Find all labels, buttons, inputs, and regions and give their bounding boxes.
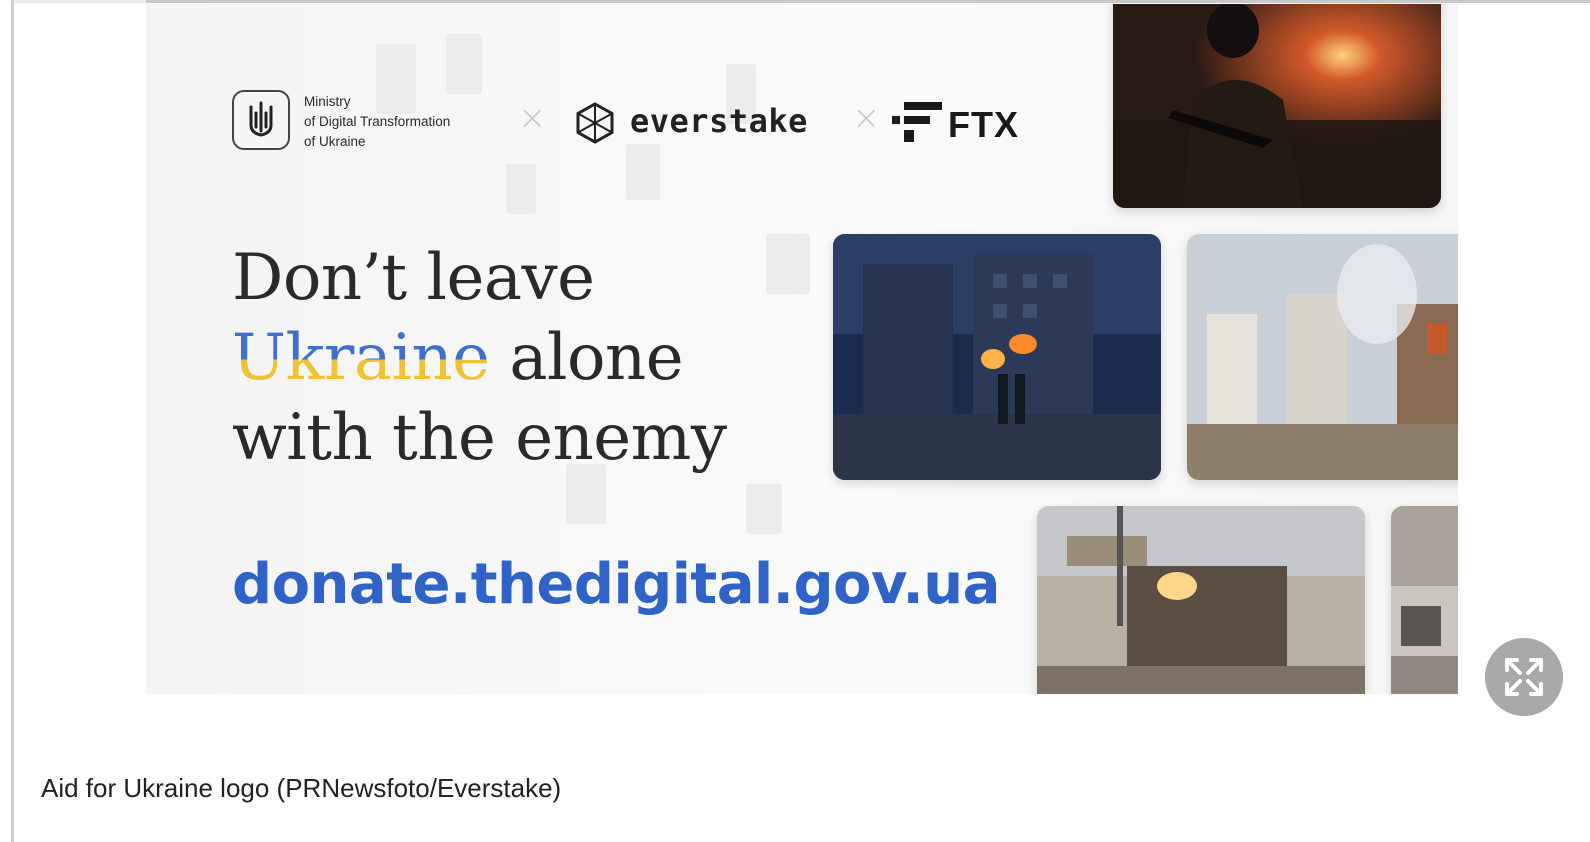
frame-top-border	[14, 0, 1590, 3]
donate-url: donate.thedigital.gov.ua	[232, 552, 1000, 617]
photo-destroyed-buildings	[1187, 234, 1458, 480]
ministry-line: of Digital Transformation	[304, 114, 451, 129]
photo-soldier	[1113, 4, 1441, 208]
trident-icon	[232, 90, 290, 150]
ministry-line: of Ukraine	[304, 134, 366, 149]
frame-top-border-light	[14, 0, 146, 3]
headline-line: Ukraine alone	[232, 318, 727, 398]
headline: Don’t leave Ukraine alone with the enemy	[232, 238, 727, 478]
background-window	[746, 484, 782, 534]
image-caption: Aid for Ukraine logo (PRNewsfoto/Eversta…	[41, 773, 562, 803]
separator-cross: ×	[852, 98, 881, 138]
frame-left-border	[11, 0, 14, 842]
background-window	[446, 34, 482, 94]
headline-line: with the enemy	[232, 401, 727, 475]
banner-image: Ministry of Digital Transformation of Uk…	[146, 4, 1458, 694]
photo-night-street	[833, 234, 1161, 480]
headline-line-rest: alone	[489, 321, 684, 395]
background-window	[766, 234, 810, 294]
ministry-line: Ministry	[304, 94, 351, 109]
separator-cross: ×	[518, 98, 547, 138]
ministry-name: Ministry of Digital Transformation of Uk…	[304, 92, 514, 152]
background-window	[506, 164, 536, 214]
ftx-wordmark: FTX	[948, 104, 1019, 145]
photo-street-debris	[1391, 506, 1458, 694]
expand-button[interactable]	[1485, 638, 1563, 716]
photo-burned-truck	[1037, 506, 1365, 694]
ftx-logo-icon	[892, 102, 942, 142]
everstake-wordmark: everstake	[630, 102, 808, 140]
headline-ukraine-word: Ukraine	[232, 321, 490, 395]
background-window	[626, 144, 660, 200]
expand-arrows-icon	[1505, 658, 1543, 696]
everstake-logo-icon	[576, 102, 614, 144]
headline-line: Don’t leave	[232, 241, 595, 315]
